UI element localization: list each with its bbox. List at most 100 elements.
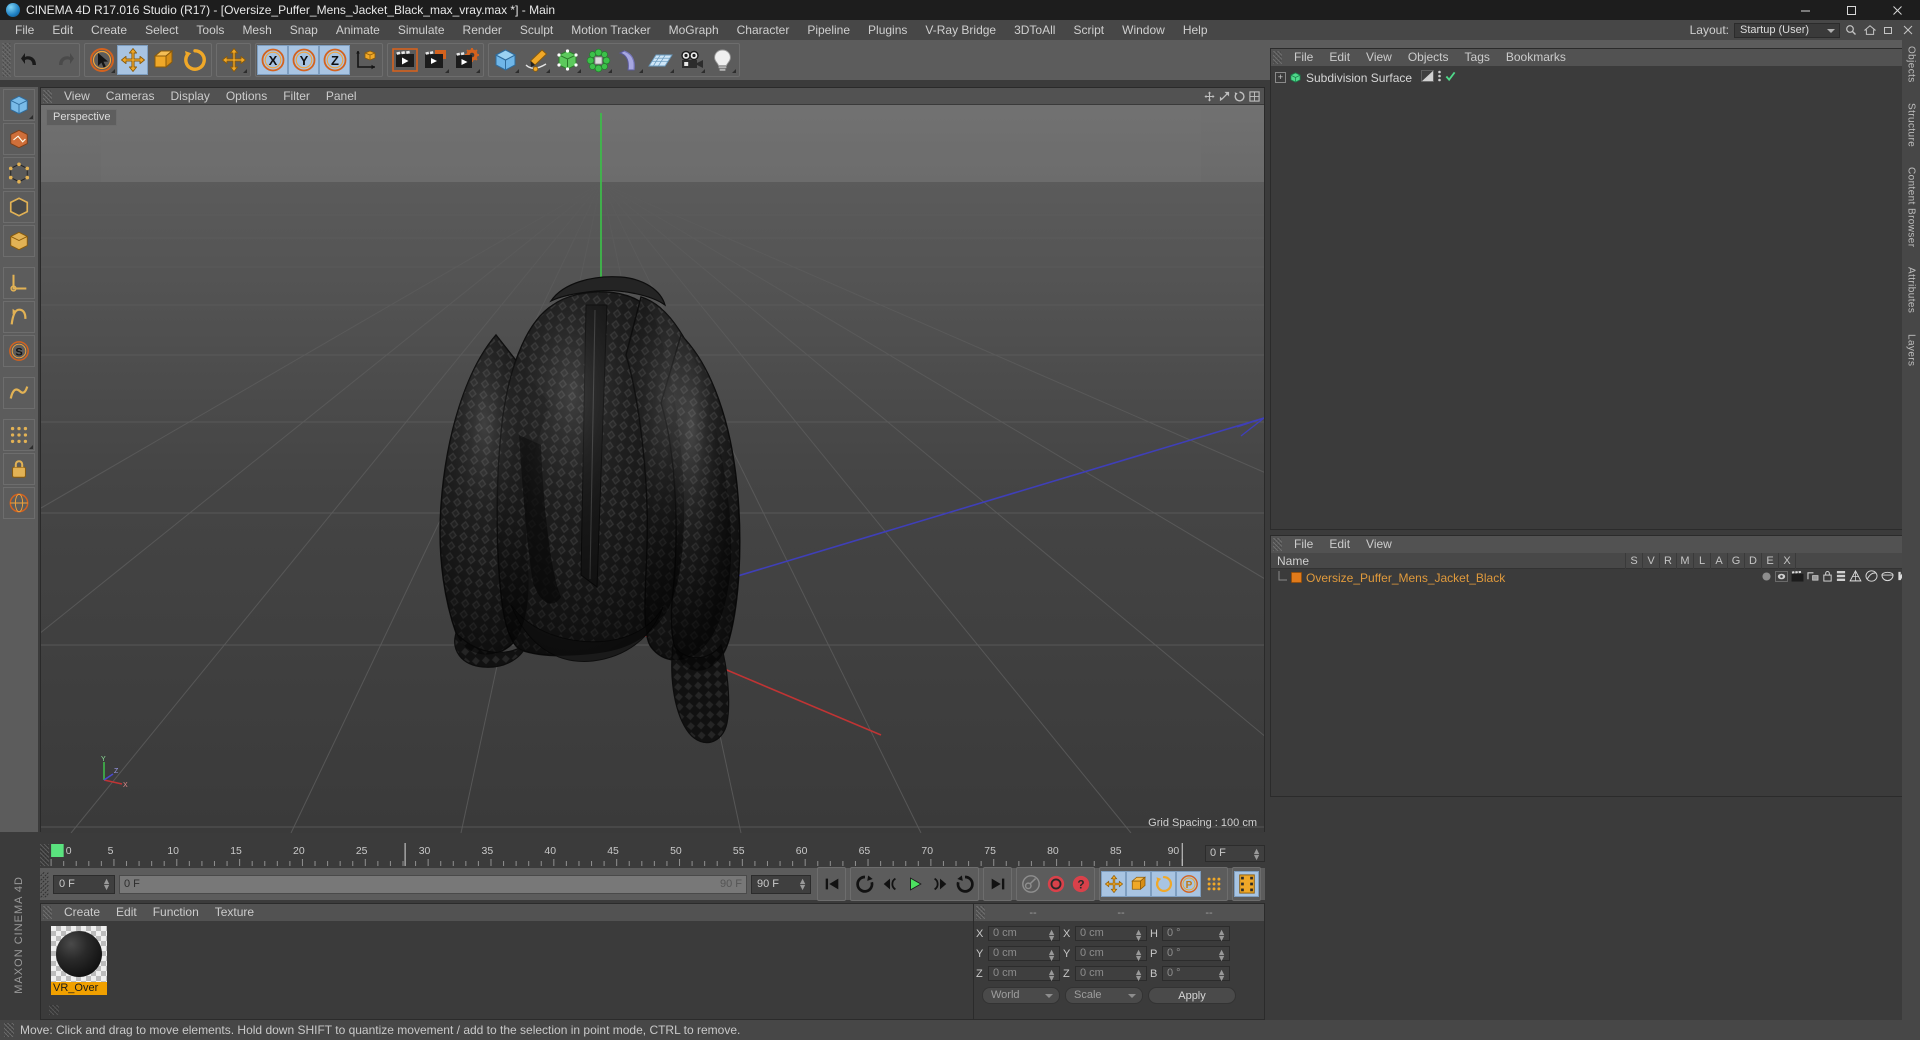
- record-active-objects-button[interactable]: [1043, 871, 1068, 897]
- size-y-field[interactable]: 0 cm ▲ ▼: [1075, 946, 1147, 963]
- timeline-toggle-button[interactable]: [1234, 871, 1259, 897]
- object-manager-grip[interactable]: [1273, 51, 1282, 64]
- window-close-small-icon[interactable]: [1900, 22, 1916, 38]
- viewport-menu-panel[interactable]: Panel: [318, 88, 365, 105]
- transform-mode-select[interactable]: Scale: [1065, 987, 1143, 1004]
- enable-deformers-button[interactable]: [3, 301, 35, 333]
- column-header-r[interactable]: R: [1659, 552, 1676, 569]
- object-manager-menu-file[interactable]: File: [1286, 49, 1321, 66]
- spinner-icon[interactable]: ▲ ▼: [1134, 968, 1143, 983]
- go-to-next-key-button[interactable]: [952, 871, 977, 897]
- add-deformer[interactable]: [614, 45, 645, 75]
- move-tool[interactable]: [117, 45, 148, 75]
- live-selection-tool[interactable]: [86, 45, 117, 75]
- render-view-button[interactable]: [389, 45, 420, 75]
- object-manager-menu-tags[interactable]: Tags: [1457, 49, 1498, 66]
- step-forward-button[interactable]: [927, 871, 952, 897]
- display-tag-icon[interactable]: [1775, 570, 1788, 585]
- rotation-b-field[interactable]: 0 ° ▲ ▼: [1162, 966, 1230, 983]
- material-manager-grip[interactable]: [43, 906, 52, 919]
- animation-tool-button[interactable]: [3, 377, 35, 409]
- go-to-start-button[interactable]: [819, 871, 844, 897]
- object-manager-menu-view[interactable]: View: [1358, 49, 1400, 66]
- rotation-key-button[interactable]: [1151, 871, 1176, 897]
- minimize-icon[interactable]: [1782, 0, 1828, 20]
- material-manager-menu-edit[interactable]: Edit: [108, 904, 145, 921]
- spinner-icon[interactable]: ▲ ▼: [1217, 928, 1226, 943]
- spinner-icon[interactable]: ▲ ▼: [102, 876, 111, 891]
- column-header-v[interactable]: V: [1642, 552, 1659, 569]
- layout-select[interactable]: Startup (User): [1734, 22, 1840, 38]
- viewport-menu-grip[interactable]: [43, 89, 52, 103]
- search-icon[interactable]: [1843, 22, 1859, 38]
- render-to-picture-viewer[interactable]: [420, 45, 451, 75]
- add-camera[interactable]: [676, 45, 707, 75]
- add-nurbs-generator[interactable]: [552, 45, 583, 75]
- tab-content-browser[interactable]: Content Browser: [1906, 161, 1917, 253]
- timeline-current-frame-field[interactable]: 0 F ▲ ▼: [1205, 845, 1265, 862]
- attribute-manager-menu-edit[interactable]: Edit: [1321, 536, 1358, 553]
- column-header-m[interactable]: M: [1676, 552, 1693, 569]
- menu-snap[interactable]: Snap: [281, 20, 327, 40]
- material-swatch[interactable]: [51, 926, 107, 982]
- snap-settings-button[interactable]: [3, 419, 35, 451]
- viewport-menu-view[interactable]: View: [56, 88, 98, 105]
- timeline-ruler[interactable]: 0 5 10 15 20 25 30 35 40 45 50 55 60 65 70 75 80 85 …: [49, 843, 1199, 868]
- deformation-cap-icon[interactable]: [1881, 570, 1894, 585]
- step-back-button[interactable]: [877, 871, 902, 897]
- start-frame-field[interactable]: 0 F ▲ ▼: [53, 874, 115, 894]
- go-to-end-button[interactable]: [985, 871, 1010, 897]
- redo-button[interactable]: [47, 45, 78, 75]
- add-spline[interactable]: [521, 45, 552, 75]
- material-manager-resize-grip[interactable]: [49, 1005, 59, 1015]
- lock-x-axis[interactable]: X: [257, 45, 288, 75]
- tab-layers[interactable]: Layers: [1906, 328, 1917, 372]
- play-button[interactable]: [902, 871, 927, 897]
- menu-character[interactable]: Character: [728, 20, 799, 40]
- move-generic-tool[interactable]: [218, 45, 249, 75]
- position-y-field[interactable]: 0 cm ▲ ▼: [988, 946, 1060, 963]
- perspective-viewport[interactable]: Perspective Y X Z Grid Spacing: 100 cm: [41, 105, 1264, 833]
- material-tag-icon[interactable]: [1807, 571, 1819, 585]
- menu-pipeline[interactable]: Pipeline: [798, 20, 859, 40]
- lock-y-axis[interactable]: Y: [288, 45, 319, 75]
- spinner-icon[interactable]: ▲ ▼: [1217, 968, 1226, 983]
- display-tag-icon[interactable]: [1421, 70, 1434, 85]
- add-array-clone[interactable]: [583, 45, 614, 75]
- menu-sculpt[interactable]: Sculpt: [511, 20, 562, 40]
- rotation-h-field[interactable]: 0 ° ▲ ▼: [1162, 926, 1230, 943]
- object-row-subdivision-surface[interactable]: + Subdivision Surface: [1271, 69, 1915, 86]
- maximize-icon[interactable]: [1828, 0, 1874, 20]
- point-mode-button[interactable]: [3, 157, 35, 189]
- add-light[interactable]: [707, 45, 738, 75]
- time-range-slider[interactable]: 0 F 90 F: [119, 874, 747, 894]
- menu-tools[interactable]: Tools: [187, 20, 233, 40]
- menu-select[interactable]: Select: [136, 20, 187, 40]
- scale-key-button[interactable]: [1126, 871, 1151, 897]
- material-manager-menu-texture[interactable]: Texture: [207, 904, 262, 921]
- visibility-dot-icon[interactable]: [1761, 571, 1772, 585]
- keyframe-selection-button[interactable]: ?: [1068, 871, 1093, 897]
- menu-file[interactable]: File: [6, 20, 43, 40]
- edge-mode-button[interactable]: [3, 191, 35, 223]
- table-row[interactable]: Oversize_Puffer_Mens_Jacket_Black: [1271, 569, 1915, 586]
- tab-attributes[interactable]: Attributes: [1906, 261, 1917, 319]
- dots-icon[interactable]: [1437, 70, 1442, 85]
- rotate-tool[interactable]: [179, 45, 210, 75]
- move-view-icon[interactable]: [1203, 90, 1215, 102]
- position-key-button[interactable]: [1101, 871, 1126, 897]
- menu-script[interactable]: Script: [1064, 20, 1113, 40]
- spinner-icon[interactable]: ▲ ▼: [1217, 948, 1226, 963]
- toolbar-grip[interactable]: [2, 43, 11, 77]
- spinner-icon[interactable]: ▲ ▼: [1134, 928, 1143, 943]
- render-settings[interactable]: [451, 45, 482, 75]
- undo-button[interactable]: [16, 45, 47, 75]
- menu-3dtoall[interactable]: 3DToAll: [1005, 20, 1064, 40]
- menu-create[interactable]: Create: [82, 20, 136, 40]
- scale-view-icon[interactable]: [1218, 90, 1230, 102]
- column-header-l[interactable]: L: [1693, 552, 1710, 569]
- end-frame-field[interactable]: 90 F ▲ ▼: [751, 874, 811, 894]
- scale-tool[interactable]: [148, 45, 179, 75]
- jacket-3d-model[interactable]: [41, 105, 1264, 833]
- column-header-e[interactable]: E: [1761, 552, 1778, 569]
